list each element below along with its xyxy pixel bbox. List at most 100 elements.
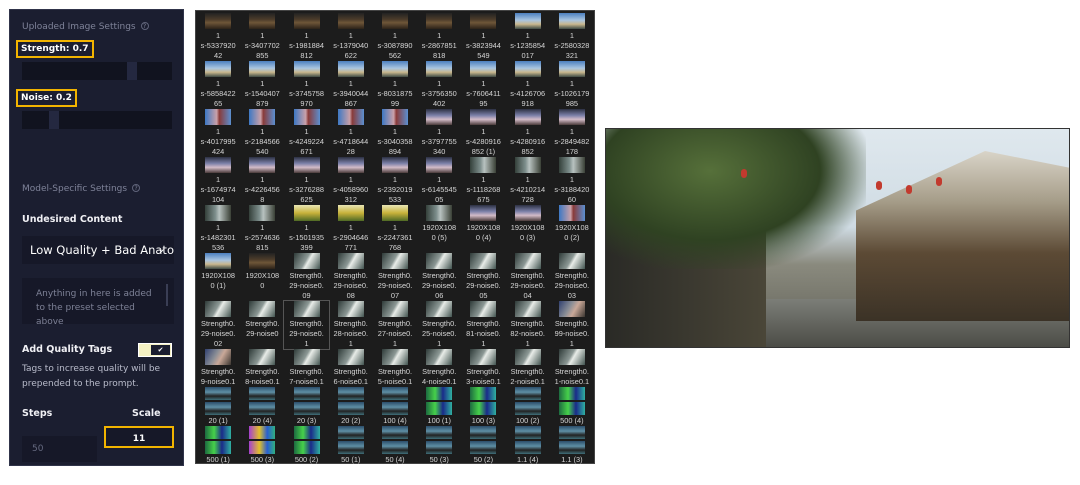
file-item[interactable]: 1 s-3797755 340 (417, 109, 461, 157)
file-item[interactable]: 1 s-4718644 28 (329, 109, 373, 157)
file-item[interactable]: Strength0. 27-noise0. 1 (373, 301, 417, 349)
quality-tags-toggle[interactable]: ✔ (138, 343, 172, 357)
file-item[interactable]: 1 s-3940044 867 (329, 61, 373, 109)
file-item[interactable]: 500 (1) (196, 426, 240, 465)
undesired-content-select[interactable]: Low Quality + Bad Anatomy⌄ (22, 236, 174, 264)
noise-slider-handle[interactable] (49, 111, 59, 129)
file-item[interactable]: 20 (4) (240, 387, 284, 426)
file-item[interactable]: 1 s-3276288 625 (284, 157, 328, 205)
file-item[interactable]: 1 s-4210214 728 (506, 157, 550, 205)
file-item[interactable]: 1 s-5337920 42 (196, 13, 240, 61)
file-item[interactable]: 1 s-3407702 855 (240, 13, 284, 61)
file-item[interactable]: 1 s-3745758 970 (284, 61, 328, 109)
file-item[interactable]: 1 s-1540407 879 (240, 61, 284, 109)
file-item[interactable]: Strength0. 25-noise0. 1 (417, 301, 461, 349)
file-item[interactable]: 100 (4) (373, 387, 417, 426)
file-item[interactable]: 50 (3) (417, 426, 461, 465)
file-item[interactable]: 1.1 (4) (506, 426, 550, 465)
file-item[interactable]: 1 s-3756350 402 (417, 61, 461, 109)
file-item[interactable]: 1 s-3188420 60 (550, 157, 594, 205)
file-item[interactable]: 1 s-2580328 321 (550, 13, 594, 61)
file-item[interactable]: 1 s-2849482 178 (550, 109, 594, 157)
file-item[interactable]: 1 s-7606411 95 (461, 61, 505, 109)
file-item[interactable]: 1.1 (3) (550, 426, 594, 465)
file-item[interactable]: 1 s-1981884 812 (284, 13, 328, 61)
file-item[interactable]: Strength0. 1-noise0.1 (550, 349, 594, 387)
file-item[interactable]: 100 (1) (417, 387, 461, 426)
file-item[interactable]: Strength0. 29-noise0 (240, 301, 284, 349)
file-item[interactable]: 1 s-2392019 533 (373, 157, 417, 205)
strength-slider[interactable] (22, 62, 172, 80)
scrollbar[interactable] (166, 284, 168, 306)
file-item[interactable]: Strength0. 81-noise0. 1 (461, 301, 505, 349)
file-item[interactable]: 1920X108 0 (2) (550, 205, 594, 253)
strength-slider-handle[interactable] (127, 62, 137, 80)
file-item[interactable]: Strength0. 4-noise0.1 (417, 349, 461, 387)
file-item[interactable]: Strength0. 8-noise0.1 (240, 349, 284, 387)
file-item[interactable]: 1920X108 0 (240, 253, 284, 301)
file-item[interactable]: 1 s-3087890 562 (373, 13, 417, 61)
help-icon[interactable]: ? (140, 22, 149, 30)
file-item[interactable]: 1920X108 0 (3) (506, 205, 550, 253)
file-item[interactable]: Strength0. 29-noise0. 02 (196, 301, 240, 349)
file-item[interactable]: Strength0. 7-noise0.1 (284, 349, 328, 387)
file-item[interactable]: Strength0. 9-noise0.1 (196, 349, 240, 387)
file-item[interactable]: 20 (3) (284, 387, 328, 426)
file-item[interactable]: 20 (2) (329, 387, 373, 426)
file-item[interactable]: 1 s-5858422 65 (196, 61, 240, 109)
scale-input[interactable]: 11 (104, 426, 174, 448)
file-item[interactable]: 1 s-1482301 536 (196, 205, 240, 253)
file-item[interactable]: Strength0. 5-noise0.1 (373, 349, 417, 387)
file-item[interactable]: 1 s-1379040 622 (329, 13, 373, 61)
file-item[interactable]: 1 s-1026179 985 (550, 61, 594, 109)
file-item[interactable]: 100 (2) (506, 387, 550, 426)
file-item[interactable]: Strength0. 29-noise0. 05 (461, 253, 505, 301)
file-item[interactable]: Strength0. 6-noise0.1 (329, 349, 373, 387)
file-item[interactable]: Strength0. 29-noise0. 06 (417, 253, 461, 301)
file-item[interactable]: 1920X108 0 (1) (196, 253, 240, 301)
file-item[interactable]: 100 (3) (461, 387, 505, 426)
file-item[interactable]: 1 s-2867851 818 (417, 13, 461, 61)
file-item[interactable]: 1 s-8031875 99 (373, 61, 417, 109)
file-item[interactable]: Strength0. 29-noise0. 07 (373, 253, 417, 301)
file-item[interactable]: Strength0. 29-noise0. 1 (283, 300, 330, 350)
file-item[interactable]: 1 s-1674974 104 (196, 157, 240, 205)
file-item[interactable]: Strength0. 99-noise0. 1 (550, 301, 594, 349)
file-item[interactable]: Strength0. 82-noise0. 1 (506, 301, 550, 349)
file-item[interactable]: 1 s-1235854 017 (506, 13, 550, 61)
file-item[interactable]: 1 s-2904646 771 (329, 205, 373, 253)
file-item[interactable]: 50 (4) (373, 426, 417, 465)
noise-slider[interactable] (22, 111, 172, 129)
file-item[interactable]: 1 s-1501935 399 (284, 205, 328, 253)
file-item[interactable]: 1920X108 0 (5) (417, 205, 461, 253)
file-item[interactable]: 1 s-3040358 894 (373, 109, 417, 157)
file-item[interactable]: Strength0. 2-noise0.1 (506, 349, 550, 387)
file-item[interactable]: Strength0. 28-noise0. 1 (329, 301, 373, 349)
file-item[interactable]: Strength0. 3-noise0.1 (461, 349, 505, 387)
file-item[interactable]: Strength0. 29-noise0. 04 (506, 253, 550, 301)
file-item[interactable]: 1 s-4126706 918 (506, 61, 550, 109)
file-item[interactable]: Strength0. 29-noise0. 08 (329, 253, 373, 301)
file-item[interactable]: 50 (2) (461, 426, 505, 465)
file-item[interactable]: 1 s-4280916 852 (1) (461, 109, 505, 157)
file-item[interactable]: 500 (4) (550, 387, 594, 426)
file-item[interactable]: 1 s-4226456 8 (240, 157, 284, 205)
file-item[interactable]: 500 (3) (240, 426, 284, 465)
file-item[interactable]: 1 s-2574636 815 (240, 205, 284, 253)
file-item[interactable]: 1 s-4017995 424 (196, 109, 240, 157)
file-item[interactable]: 20 (1) (196, 387, 240, 426)
file-item[interactable]: 1 s-4280916 852 (506, 109, 550, 157)
file-item[interactable]: 1 s-4249224 671 (284, 109, 328, 157)
undesired-content-textarea[interactable]: Anything in here is added to the preset … (22, 278, 174, 324)
file-item[interactable]: Strength0. 29-noise0. 09 (284, 253, 328, 301)
file-item[interactable]: 1 s-2247361 768 (373, 205, 417, 253)
file-item[interactable]: 500 (2) (284, 426, 328, 465)
file-item[interactable]: 1 s-2184566 540 (240, 109, 284, 157)
file-item[interactable]: 1 s-6145545 05 (417, 157, 461, 205)
file-item[interactable]: Strength0. 29-noise0. 03 (550, 253, 594, 301)
file-item[interactable]: 1 s-1118268 675 (461, 157, 505, 205)
file-item[interactable]: 1 s-3823944 549 (461, 13, 505, 61)
help-icon[interactable]: ? (132, 184, 141, 192)
file-item[interactable]: 1 s-4058960 312 (329, 157, 373, 205)
file-item[interactable]: 50 (1) (329, 426, 373, 465)
